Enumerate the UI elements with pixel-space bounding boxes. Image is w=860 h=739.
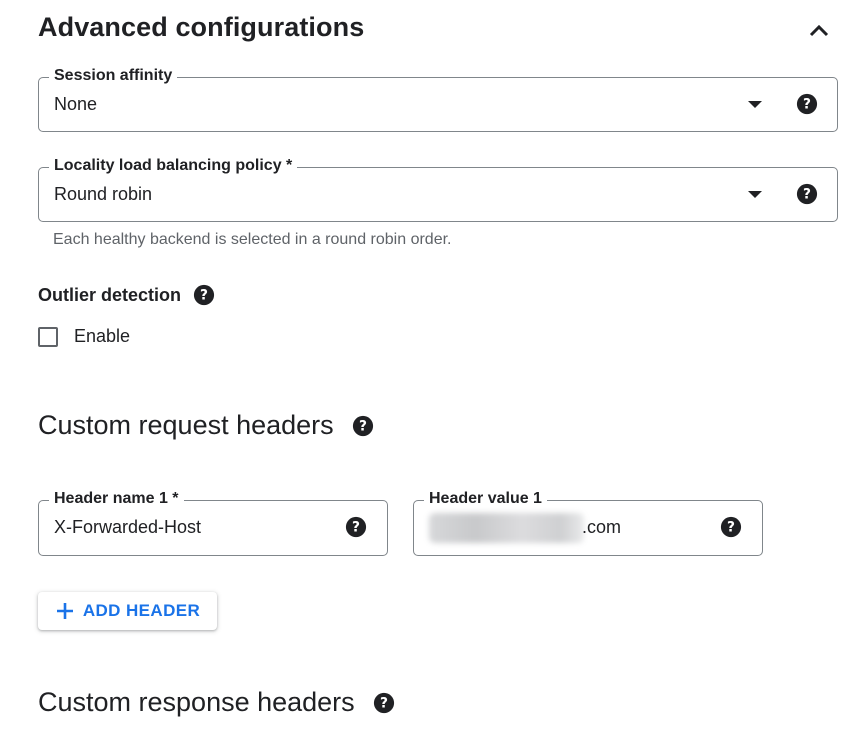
help-icon[interactable]: ?	[720, 516, 742, 538]
header-name-input[interactable]: Header name 1 * X-Forwarded-Host ?	[38, 489, 388, 556]
help-icon[interactable]: ?	[373, 692, 395, 714]
enable-outlier-detection-checkbox[interactable]	[38, 326, 58, 347]
plus-icon	[56, 603, 73, 619]
enable-outlier-detection-option[interactable]: Enable	[38, 326, 130, 347]
help-icon[interactable]: ?	[796, 93, 818, 115]
svg-text:?: ?	[727, 520, 735, 536]
custom-request-headers-title: Custom request headers	[38, 410, 334, 440]
header-name-label: Header name 1 *	[49, 489, 184, 509]
outlier-detection-label: Outlier detection	[38, 284, 182, 305]
locality-policy-label: Locality load balancing policy *	[49, 156, 298, 176]
header-value-input[interactable]: Header value 1 .com ?	[413, 489, 763, 556]
locality-policy-value: Round robin	[54, 184, 153, 204]
custom-request-headers-heading: Custom request headers ?	[38, 410, 374, 441]
locality-policy-select[interactable]: Locality load balancing policy * Round r…	[38, 156, 838, 222]
svg-text:?: ?	[359, 418, 367, 434]
custom-response-headers-heading: Custom response headers ?	[38, 687, 395, 718]
svg-text:?: ?	[803, 187, 811, 203]
redacted-value	[429, 513, 584, 543]
header-value-label: Header value 1	[424, 489, 547, 509]
chevron-up-icon[interactable]	[806, 17, 832, 43]
session-affinity-select[interactable]: Session affinity None ?	[38, 66, 838, 132]
svg-text:?: ?	[380, 695, 388, 711]
advanced-configurations-title: Advanced configurations	[38, 12, 365, 42]
svg-text:?: ?	[803, 97, 811, 113]
help-icon[interactable]: ?	[796, 183, 818, 205]
dropdown-arrow-icon[interactable]	[748, 191, 762, 198]
dropdown-arrow-icon[interactable]	[748, 101, 762, 108]
outlier-detection-heading: Outlier detection ?	[38, 284, 215, 306]
enable-checkbox-label: Enable	[74, 326, 131, 346]
svg-text:?: ?	[200, 288, 208, 304]
session-affinity-value: None	[54, 94, 98, 114]
add-header-button[interactable]: ADD HEADER	[38, 592, 217, 630]
help-icon[interactable]: ?	[193, 284, 215, 306]
header-value-suffix: .com	[582, 517, 622, 537]
session-affinity-label: Session affinity	[49, 66, 178, 86]
help-icon[interactable]: ?	[345, 516, 367, 538]
help-icon[interactable]: ?	[352, 415, 374, 437]
custom-response-headers-title: Custom response headers	[38, 687, 355, 717]
add-header-label: ADD HEADER	[82, 601, 201, 620]
svg-text:?: ?	[352, 520, 360, 536]
header-name-value: X-Forwarded-Host	[54, 517, 202, 537]
locality-policy-helper-text: Each healthy backend is selected in a ro…	[53, 231, 452, 248]
